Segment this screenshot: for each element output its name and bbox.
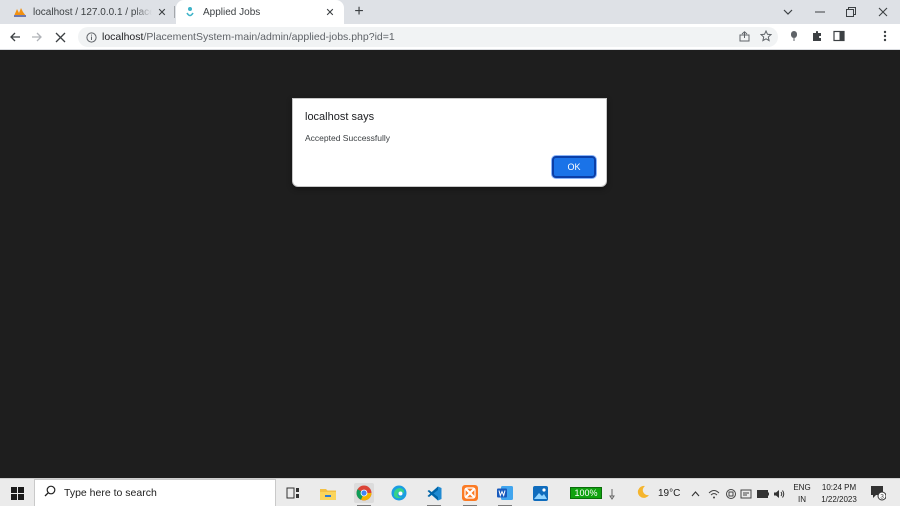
site-info-icon[interactable] [85, 31, 97, 43]
windows-taskbar: Type here to search 100% 19°C ENG IN 10:… [0, 478, 900, 506]
tab-applied-jobs[interactable]: Applied Jobs ✕ [176, 0, 344, 24]
site-favicon [184, 6, 196, 18]
notification-icon[interactable]: 3 [870, 485, 886, 501]
battery-icon[interactable] [757, 488, 769, 500]
alert-dialog: localhost says Accepted Successfully OK [292, 98, 607, 187]
close-tab-icon[interactable]: ✕ [156, 6, 168, 19]
close-window-icon[interactable] [867, 0, 899, 24]
volume-icon[interactable] [773, 488, 785, 500]
tab-title: localhost / 127.0.0.1 / placement [33, 6, 152, 18]
bookmark-star-icon[interactable] [758, 28, 774, 44]
back-icon[interactable] [6, 28, 24, 46]
vscode-icon[interactable] [424, 483, 444, 506]
word-icon[interactable] [495, 483, 515, 506]
chrome-icon[interactable] [354, 483, 374, 506]
search-icon [44, 484, 56, 502]
search-placeholder: Type here to search [64, 487, 157, 499]
tab-phpmyadmin[interactable]: localhost / 127.0.0.1 / placement ✕ [8, 0, 174, 24]
side-panel-icon[interactable] [831, 28, 847, 44]
xampp-icon[interactable] [460, 483, 480, 506]
tab-divider [174, 6, 175, 18]
phpmyadmin-icon [14, 6, 26, 18]
notification-count: 3 [880, 494, 884, 501]
chevron-up-icon[interactable] [689, 488, 701, 500]
tab-search-icon[interactable] [772, 0, 804, 24]
tab-title: Applied Jobs [203, 6, 261, 18]
windows-start-icon[interactable] [0, 479, 34, 506]
moon-icon [636, 485, 650, 502]
restore-icon[interactable] [835, 0, 867, 24]
weather-widget[interactable]: 19°C [636, 485, 680, 502]
stop-loading-icon[interactable] [51, 28, 69, 46]
onedrive-icon[interactable] [725, 488, 737, 500]
language-indicator[interactable]: ENG IN [792, 482, 812, 506]
tab-strip: localhost / 127.0.0.1 / placement ✕ Appl… [0, 0, 900, 24]
address-bar[interactable]: localhost/PlacementSystem-main/admin/app… [78, 27, 778, 47]
dialog-title: localhost says [305, 111, 375, 123]
page-content: localhost says Accepted Successfully OK [0, 50, 900, 478]
network-icon[interactable] [708, 488, 720, 500]
file-explorer-icon[interactable] [318, 483, 338, 503]
close-tab-icon[interactable]: ✕ [324, 6, 336, 19]
clock-date: 1/22/2023 [821, 495, 857, 504]
forward-icon[interactable] [28, 28, 46, 46]
clock-time: 10:24 PM [821, 483, 857, 492]
temperature: 19°C [658, 488, 681, 499]
extensions-puzzle-icon[interactable] [809, 28, 825, 44]
dialog-message: Accepted Successfully [305, 133, 391, 143]
task-view-icon[interactable] [283, 483, 303, 503]
photos-icon[interactable] [530, 483, 550, 503]
ok-button[interactable]: OK [552, 156, 596, 178]
new-tab-button[interactable]: + [350, 3, 368, 21]
clock[interactable]: 10:24 PM 1/22/2023 [816, 482, 862, 506]
more-menu-icon[interactable] [877, 28, 893, 44]
edge-icon[interactable] [389, 483, 409, 503]
taskbar-search[interactable]: Type here to search [34, 479, 276, 506]
minimize-icon[interactable] [804, 0, 836, 24]
pen-icon[interactable] [606, 488, 618, 500]
defender-icon[interactable] [740, 488, 752, 500]
browser-toolbar: localhost/PlacementSystem-main/admin/app… [0, 24, 900, 68]
share-icon[interactable] [736, 28, 752, 44]
battery-widget[interactable]: 100% [570, 487, 602, 499]
extension-icon[interactable] [786, 28, 802, 44]
url-text: localhost/PlacementSystem-main/admin/app… [102, 31, 395, 43]
